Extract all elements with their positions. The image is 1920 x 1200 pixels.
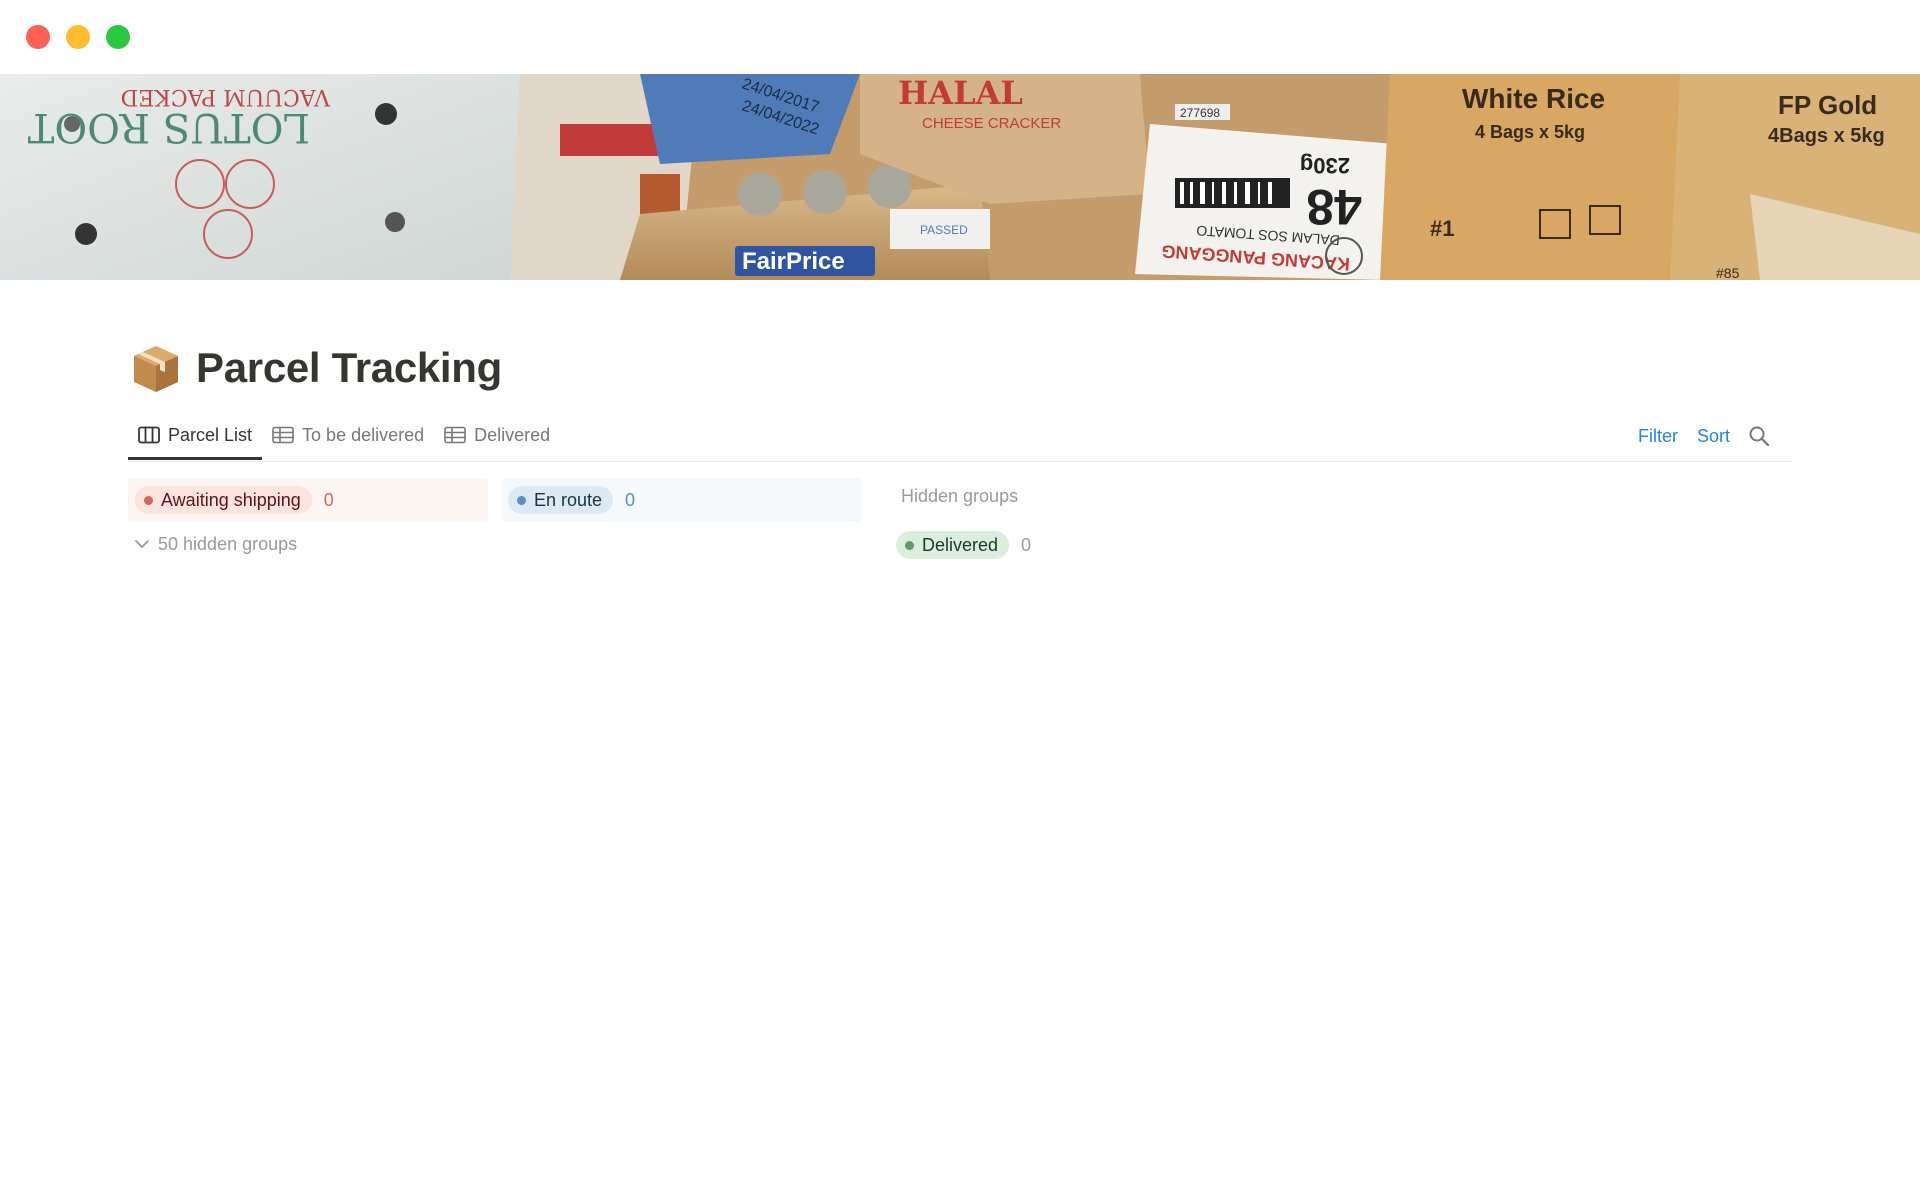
svg-text:FP Gold: FP Gold	[1778, 90, 1877, 120]
table-icon	[272, 426, 294, 444]
filter-button[interactable]: Filter	[1638, 426, 1678, 447]
status-dot	[905, 540, 914, 550]
svg-text:PASSED: PASSED	[920, 223, 968, 237]
group-count-en-route: 0	[625, 489, 636, 510]
close-window-button[interactable]	[26, 25, 50, 49]
hidden-groups-toggle[interactable]: 50 hidden groups	[134, 528, 297, 560]
page-title-text[interactable]: Parcel Tracking	[196, 344, 502, 392]
group-count-awaiting-shipping: 0	[323, 489, 334, 510]
sort-button[interactable]: Sort	[1697, 426, 1730, 447]
group-count-delivered: 0	[1021, 534, 1032, 555]
tabs-divider	[128, 461, 1792, 462]
svg-text:#85: #85	[1716, 265, 1740, 280]
status-badge[interactable]: Awaiting shipping	[135, 486, 312, 514]
hidden-groups-header: Hidden groups	[901, 486, 1019, 506]
tab-to-be-delivered[interactable]: To be delivered	[262, 414, 434, 456]
tab-parcel-list-label: Parcel List	[168, 424, 253, 445]
svg-text:48: 48	[1306, 179, 1362, 235]
window-titlebar	[0, 0, 1920, 74]
zoom-window-button[interactable]	[106, 25, 130, 49]
svg-text:4Bags x 5kg: 4Bags x 5kg	[1768, 125, 1885, 147]
group-label-en-route: En route	[534, 489, 603, 510]
minimize-window-button[interactable]	[66, 25, 90, 49]
tab-delivered[interactable]: Delivered	[434, 414, 560, 456]
cardboard-boxes-illustration: LOTUS ROOT VACUUM PACKED 24/04/2017 24/0…	[0, 74, 1920, 280]
group-label-delivered: Delivered	[922, 534, 999, 555]
status-dot	[517, 495, 526, 505]
package-icon[interactable]	[130, 342, 182, 394]
board-icon	[138, 426, 160, 444]
page-title: Parcel Tracking	[130, 338, 502, 398]
tab-delivered-label: Delivered	[474, 424, 551, 445]
svg-text:230g: 230g	[1300, 153, 1350, 178]
view-toolbar: Filter Sort	[1619, 420, 1770, 452]
status-badge[interactable]: En route	[508, 486, 614, 514]
svg-text:4 Bags x 5kg: 4 Bags x 5kg	[1475, 122, 1585, 142]
status-dot	[144, 495, 153, 505]
svg-text:VACUUM PACKED: VACUUM PACKED	[121, 84, 331, 109]
page-cover-image[interactable]: LOTUS ROOT VACUUM PACKED 24/04/2017 24/0…	[0, 74, 1920, 280]
svg-text:White Rice: White Rice	[1462, 83, 1605, 114]
status-badge[interactable]: Delivered	[896, 531, 1010, 559]
svg-text:#1: #1	[1430, 216, 1454, 241]
tab-parcel-list[interactable]: Parcel List	[128, 414, 263, 460]
view-tabs: Parcel List To be delivered Delivered	[128, 414, 560, 462]
board-column-awaiting-shipping[interactable]: Awaiting shipping 0	[128, 478, 488, 522]
svg-text:FairPrice: FairPrice	[742, 248, 845, 275]
chevron-down-icon	[135, 540, 149, 548]
svg-text:HALAL: HALAL	[898, 74, 1023, 112]
board-column-en-route[interactable]: En route 0	[501, 478, 861, 522]
search-icon[interactable]	[1748, 425, 1770, 447]
svg-text:277698: 277698	[1180, 106, 1220, 120]
table-icon	[444, 426, 466, 444]
hidden-group-delivered[interactable]: Delivered 0	[896, 531, 1031, 559]
svg-text:CHEESE CRACKER: CHEESE CRACKER	[922, 115, 1061, 132]
hidden-groups-toggle-label: 50 hidden groups	[158, 533, 298, 554]
tab-to-be-delivered-label: To be delivered	[302, 424, 425, 445]
group-label-awaiting-shipping: Awaiting shipping	[161, 489, 301, 510]
